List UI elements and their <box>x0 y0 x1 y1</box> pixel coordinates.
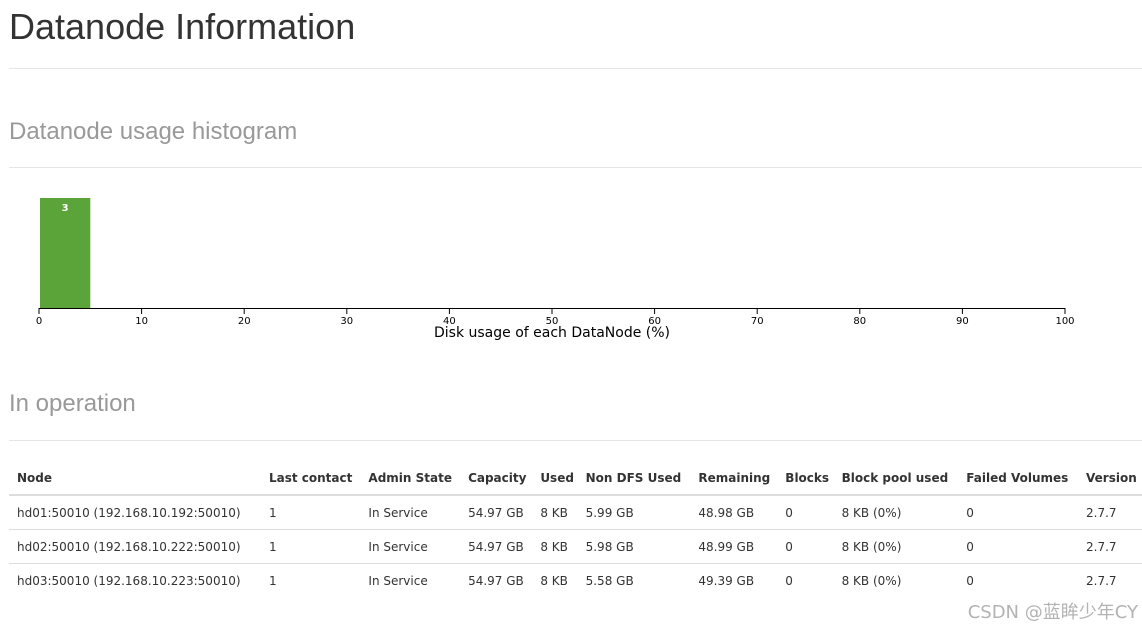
cell-last-contact: 1 <box>260 529 361 564</box>
x-tick-label: 90 <box>956 316 969 327</box>
column-header-node[interactable]: Node <box>9 462 261 496</box>
cell-version: 2.7.7 <box>1078 529 1142 564</box>
column-header-used[interactable]: Used <box>532 462 578 496</box>
cell-node: hd03:50010 (192.168.10.223:50010) <box>9 563 261 597</box>
table-row: hd03:50010 (192.168.10.223:50010) 1 In Ser… <box>9 563 1142 597</box>
cell-remaining: 48.99 GB <box>690 529 778 564</box>
cell-used: 8 KB <box>532 529 578 564</box>
column-header-block-pool-used[interactable]: Block pool used <box>833 462 959 496</box>
title-divider <box>9 68 1142 69</box>
cell-remaining: 48.98 GB <box>698 505 755 520</box>
x-tick-label: 70 <box>751 316 764 327</box>
cell-remaining: 49.39 GB <box>690 563 778 597</box>
table-row: hd01:50010 (192.168.10.192:50010) 1 In Ser… <box>9 495 1142 530</box>
column-header-capacity[interactable]: Capacity <box>460 462 533 496</box>
cell-block-pool-used: 8 KB (0%) <box>833 563 959 597</box>
x-tick-label: 80 <box>853 316 866 327</box>
cell-last-contact: 1 <box>268 505 277 520</box>
x-tick-label: 100 <box>1055 316 1074 327</box>
datanode-table: Node Last contact Admin State Capacity Used N… <box>9 462 1142 597</box>
cell-non-dfs-used: 5.98 GB <box>577 529 691 564</box>
cell-admin-state: In Service <box>360 529 461 564</box>
watermark: CSDN @蓝眸少年CY <box>967 602 1138 623</box>
cell-capacity: 54.97 GB <box>460 563 533 597</box>
cell-version: 2.7.7 <box>1078 563 1142 597</box>
histogram-bar <box>40 198 91 308</box>
histogram-bar-label: 3 <box>62 203 69 214</box>
x-tick-label: 20 <box>238 316 251 327</box>
in-operation-section-title: In operation <box>9 390 136 417</box>
histogram-divider <box>9 167 1142 168</box>
operation-divider <box>9 440 1142 441</box>
column-header-version[interactable]: Version <box>1078 462 1142 496</box>
histogram-bars: 3 <box>40 198 91 308</box>
column-header-admin-state[interactable]: Admin State <box>360 462 461 496</box>
cell-admin-state: In Service <box>360 563 461 597</box>
column-header-blocks[interactable]: Blocks <box>777 462 834 496</box>
cell-non-dfs-used: 5.99 GB <box>585 505 634 520</box>
cell-blocks: 0 <box>777 529 834 564</box>
cell-node: hd01:50010 (192.168.10.192:50010) <box>17 505 241 520</box>
cell-capacity: 54.97 GB <box>460 529 533 564</box>
column-header-last-contact[interactable]: Last contact <box>260 462 361 496</box>
cell-last-contact: 1 <box>260 563 361 597</box>
cell-used: 8 KB <box>532 563 578 597</box>
cell-non-dfs-used: 5.58 GB <box>577 563 691 597</box>
cell-used: 8 KB <box>540 505 568 520</box>
page-title: Datanode Information <box>9 6 356 47</box>
column-header-remaining[interactable]: Remaining <box>690 462 778 496</box>
table-header-row: Node Last contact Admin State Capacity Used N… <box>9 462 1142 496</box>
cell-blocks: 0 <box>785 505 793 520</box>
column-header-non-dfs-used[interactable]: Non DFS Used <box>577 462 691 496</box>
cell-failed-volumes: 0 <box>966 505 974 520</box>
cell-failed-volumes: 0 <box>958 529 1079 564</box>
cell-capacity: 54.97 GB <box>468 505 524 520</box>
cell-blocks: 0 <box>777 563 834 597</box>
cell-node: hd02:50010 (192.168.10.222:50010) <box>9 529 261 564</box>
table-body: hd01:50010 (192.168.10.192:50010) 1 In Ser… <box>9 495 1142 597</box>
x-axis-label: Disk usage of each DataNode (%) <box>434 325 670 340</box>
cell-version: 2.7.7 <box>1086 505 1117 520</box>
cell-block-pool-used: 8 KB (0%) <box>833 529 959 564</box>
cell-failed-volumes: 0 <box>958 563 1079 597</box>
table-row: hd02:50010 (192.168.10.222:50010) 1 In Ser… <box>9 529 1142 564</box>
x-tick-label: 30 <box>340 316 353 327</box>
cell-admin-state: In Service <box>368 505 428 520</box>
cell-block-pool-used: 8 KB (0%) <box>841 505 902 520</box>
usage-histogram: 3 0 10 20 30 40 50 60 70 80 90 100 Disk usage of e… <box>36 198 1075 340</box>
x-tick-label: 10 <box>135 316 148 327</box>
column-header-failed-volumes[interactable]: Failed Volumes <box>958 462 1079 496</box>
x-tick-label: 0 <box>36 316 42 327</box>
histogram-section-title: Datanode usage histogram <box>9 118 298 145</box>
